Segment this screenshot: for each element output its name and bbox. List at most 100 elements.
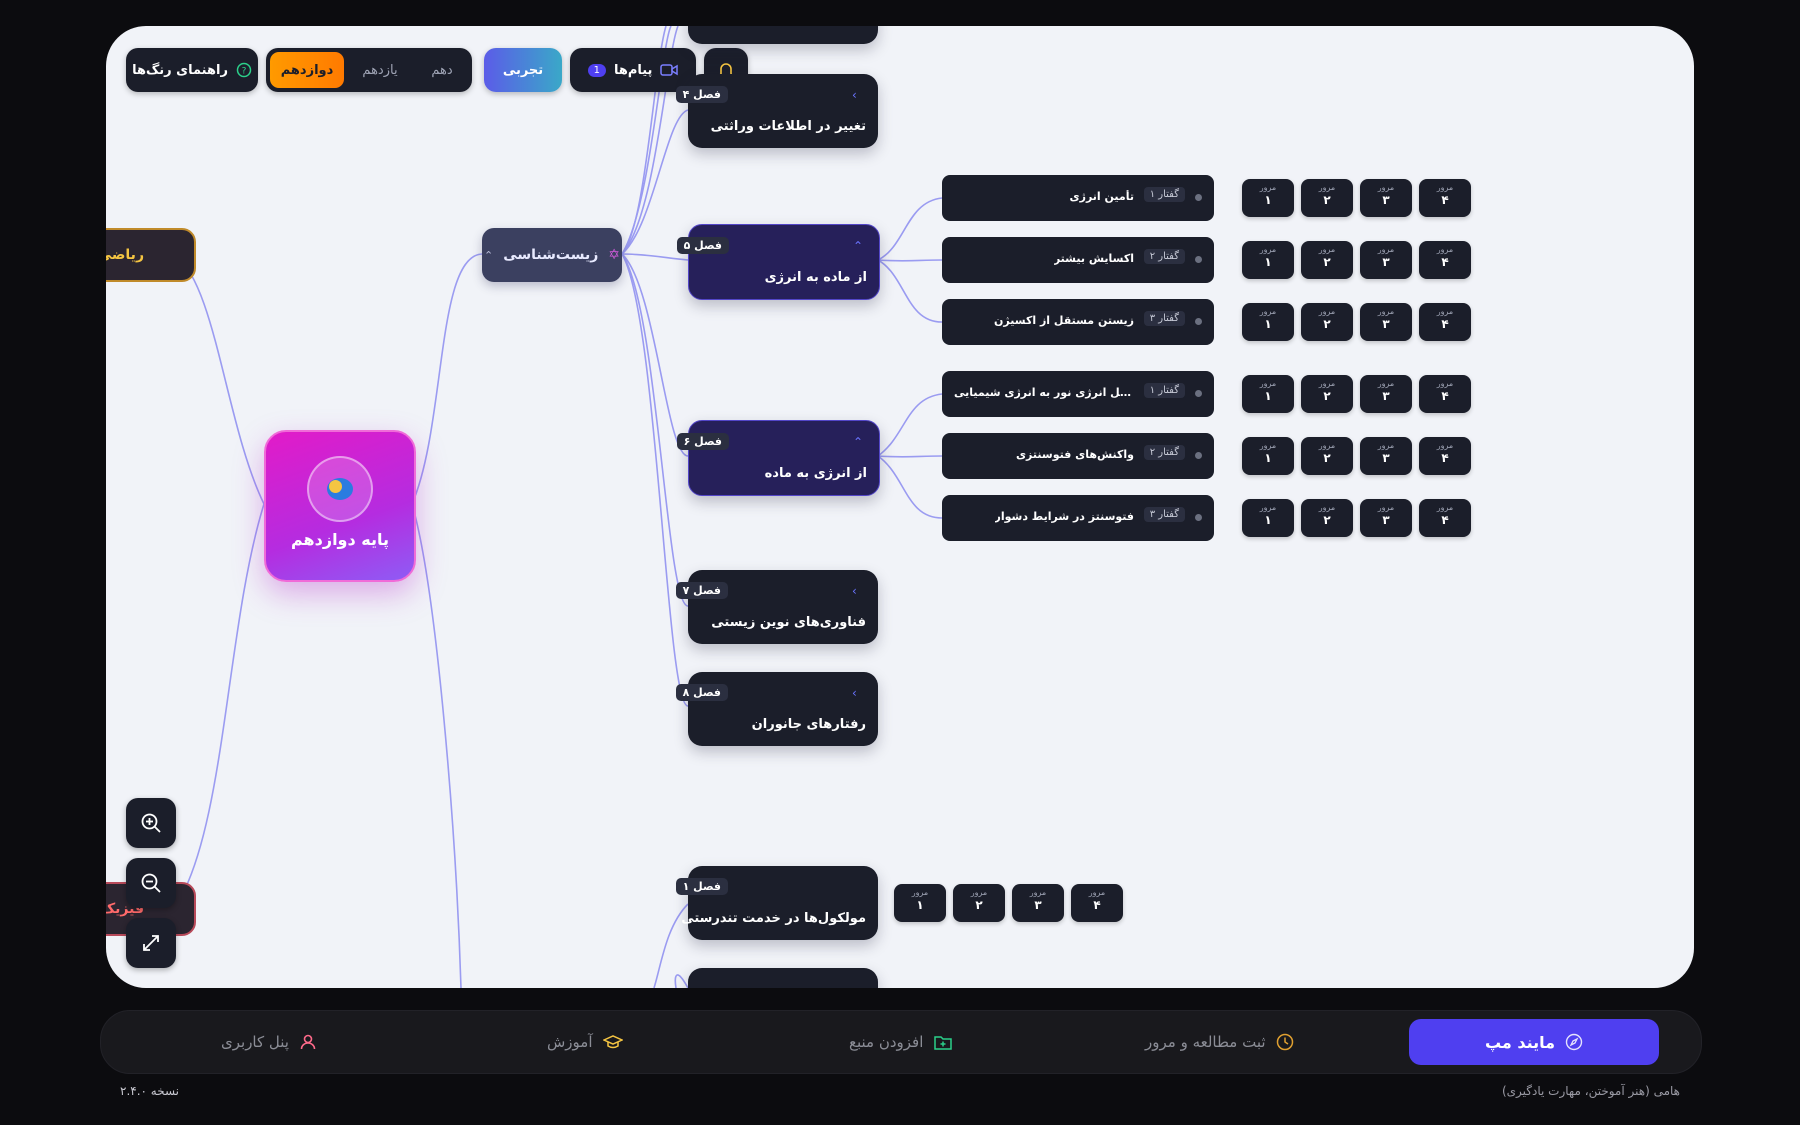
chevron-up-icon: ⌃ — [853, 239, 864, 253]
lesson-tag: گفتار ۳ — [1143, 507, 1185, 522]
chapter-tag: فصل ۷ — [675, 582, 728, 599]
status-dot — [1195, 256, 1202, 263]
lesson-node[interactable]: گفتار ۱ تأمین انرژی — [942, 175, 1214, 221]
review-chip[interactable]: مرور ۳ — [1360, 179, 1412, 217]
subject-math-label: ریاضی — [106, 247, 144, 263]
subject-node-math[interactable]: ◢ ریاضی — [106, 228, 196, 282]
chapter-node-7[interactable]: ‹ فصل ۷ فناوری‌های نوین زیستی — [675, 570, 878, 644]
review-chip[interactable]: مرور ۲ — [1301, 375, 1353, 413]
nav-study-log[interactable]: ثبت مطالعه و مرور — [1145, 1011, 1294, 1073]
chapter-title: تغییر در اطلاعات وراثتی — [710, 119, 866, 134]
review-chip[interactable]: مرور ۴ — [1419, 179, 1471, 217]
nav-mindmap[interactable]: مایند مپ — [1409, 1019, 1659, 1065]
lesson-node[interactable]: گفتار ۳ زیستن مستقل از اکسیژن — [942, 299, 1214, 345]
review-chip[interactable]: مرور ۳ — [1360, 437, 1412, 475]
chapter-node-6[interactable]: ⌃ فصل ۶ از انرژی به ماده — [676, 420, 880, 496]
track-button[interactable]: تجربی — [484, 48, 562, 92]
review-chip[interactable]: مرور ۳ — [1360, 303, 1412, 341]
review-chip[interactable]: مرور ۴ — [1419, 499, 1471, 537]
review-chip[interactable]: مرور ۱ — [1242, 499, 1294, 537]
grade-twelfth-label: دوازدهم — [280, 62, 334, 78]
review-chip[interactable]: مرور ۳ — [1360, 375, 1412, 413]
nav-tutorial[interactable]: آموزش — [547, 1011, 623, 1073]
status-dot — [1195, 318, 1202, 325]
chapter-tag: فصل ۴ — [675, 86, 728, 103]
review-chip[interactable]: مرور ۲ — [1301, 499, 1353, 537]
review-chip[interactable]: مرور ۱ — [1242, 241, 1294, 279]
chapter-title: رفتارهای جانوران — [751, 717, 866, 732]
grade-option-tenth[interactable]: دهم — [414, 52, 470, 88]
lesson-node[interactable]: گفتار ۱ فتوسنتز: تبدیل انرژی نور به انرژ… — [942, 371, 1214, 417]
clock-icon — [1276, 1033, 1293, 1051]
chapter-node-8[interactable]: ‹ فصل ۸ رفتارهای جانوران — [675, 672, 878, 746]
lesson-node[interactable]: گفتار ۲ واکنش‌های فتوسنتزی — [942, 433, 1214, 479]
nav-tutorial-label: آموزش — [547, 1033, 593, 1051]
review-chip[interactable]: مرور ۴ — [1419, 241, 1471, 279]
chapter-tag: فصل ۱ — [675, 878, 728, 895]
review-chip[interactable]: مرور ۱ — [1242, 179, 1294, 217]
video-icon — [660, 64, 679, 76]
chapter-tag: فصل ۶ — [676, 433, 729, 450]
review-chip[interactable]: مرور ۴ — [1419, 437, 1471, 475]
subject-node-biology[interactable]: ⌃ زیست‌شناسی ✡ — [482, 228, 622, 282]
grade-eleventh-label: یازدهم — [362, 62, 398, 78]
review-chip[interactable]: مرور ۲ — [1301, 179, 1353, 217]
chapter-node-partial[interactable] — [688, 26, 878, 44]
lesson-title: زیستن مستقل از اکسیژن — [994, 314, 1134, 327]
review-chip[interactable]: مرور ۱ — [894, 884, 946, 922]
review-chip[interactable]: مرور ۲ — [953, 884, 1005, 922]
chapter-node-5[interactable]: ⌃ فصل ۵ از ماده به انرژی — [676, 224, 880, 300]
chapter-title: از ماده به انرژی — [764, 270, 867, 285]
nav-add-source[interactable]: افزودن منبع — [849, 1011, 953, 1073]
review-chip[interactable]: مرور ۳ — [1012, 884, 1064, 922]
review-chip[interactable]: مرور ۴ — [1071, 884, 1123, 922]
lesson-title: فتوسنتز: تبدیل انرژی نور به انرژی شیمیای… — [954, 386, 1134, 399]
mindmap-canvas[interactable]: راهنمای رنگ‌ها ? دوازدهم یازدهم دهم تجرب… — [106, 26, 1694, 988]
review-chip[interactable]: مرور ۱ — [1242, 437, 1294, 475]
review-chip[interactable]: مرور ۳ — [1360, 499, 1412, 537]
fit-view-button[interactable] — [126, 918, 176, 968]
zoom-in-button[interactable] — [126, 798, 176, 848]
chapter-node-4[interactable]: ‹ فصل ۴ تغییر در اطلاعات وراثتی — [675, 74, 878, 148]
zoom-in-icon — [141, 813, 161, 833]
nav-mindmap-label: مایند مپ — [1484, 1032, 1556, 1052]
help-icon: ? — [236, 62, 252, 78]
lesson-tag: گفتار ۱ — [1143, 383, 1185, 398]
zoom-out-button[interactable] — [126, 858, 176, 908]
review-chip[interactable]: مرور ۱ — [1242, 303, 1294, 341]
grade-option-eleventh[interactable]: یازدهم — [348, 52, 412, 88]
lesson-tag: گفتار ۲ — [1143, 249, 1185, 264]
chapter-title: مولکول‌ها در خدمت تندرستی — [681, 911, 866, 926]
chapter-node-partial-bottom[interactable] — [688, 968, 878, 988]
review-chip[interactable]: مرور ۴ — [1419, 375, 1471, 413]
review-chip[interactable]: مرور ۲ — [1301, 437, 1353, 475]
grade-option-twelfth[interactable]: دوازدهم — [270, 52, 344, 88]
chevron-up-icon: ⌃ — [853, 435, 864, 449]
chevron-left-icon: ‹ — [852, 686, 857, 700]
lesson-title: واکنش‌های فتوسنتزی — [1015, 448, 1134, 461]
footer-tagline: هامی (هنر آموختن، مهارت یادگیری) — [1501, 1084, 1680, 1098]
status-dot — [1195, 194, 1202, 201]
lesson-node[interactable]: گفتار ۲ اکسایش بیشتر — [942, 237, 1214, 283]
chevron-up-icon: ⌃ — [483, 248, 494, 262]
color-guide-label: راهنمای رنگ‌ها — [132, 62, 228, 78]
messages-button[interactable]: 1 پیام‌ها — [570, 48, 696, 92]
review-chip[interactable]: مرور ۴ — [1419, 303, 1471, 341]
subject-biology-label: زیست‌شناسی — [503, 247, 599, 263]
lesson-node[interactable]: گفتار ۳ فتوسنتز در شرایط دشوار — [942, 495, 1214, 541]
lesson-tag: گفتار ۲ — [1143, 445, 1185, 460]
chapter-tag: فصل ۵ — [676, 237, 729, 254]
root-node[interactable]: پایه دوازدهم — [264, 430, 416, 582]
status-dot — [1195, 390, 1202, 397]
nav-user-panel[interactable]: پنل کاربری — [221, 1011, 317, 1073]
root-title: پایه دوازدهم — [291, 530, 389, 549]
review-chip[interactable]: مرور ۲ — [1301, 303, 1353, 341]
review-chip[interactable]: مرور ۳ — [1360, 241, 1412, 279]
color-guide-button[interactable]: راهنمای رنگ‌ها ? — [126, 48, 258, 92]
review-chip[interactable]: مرور ۱ — [1242, 375, 1294, 413]
nav-user-panel-label: پنل کاربری — [221, 1033, 289, 1051]
chapter-node-chemistry-1[interactable]: فصل ۱ مولکول‌ها در خدمت تندرستی — [675, 866, 878, 940]
nav-study-log-label: ثبت مطالعه و مرور — [1145, 1033, 1266, 1051]
status-dot — [1195, 514, 1202, 521]
review-chip[interactable]: مرور ۲ — [1301, 241, 1353, 279]
